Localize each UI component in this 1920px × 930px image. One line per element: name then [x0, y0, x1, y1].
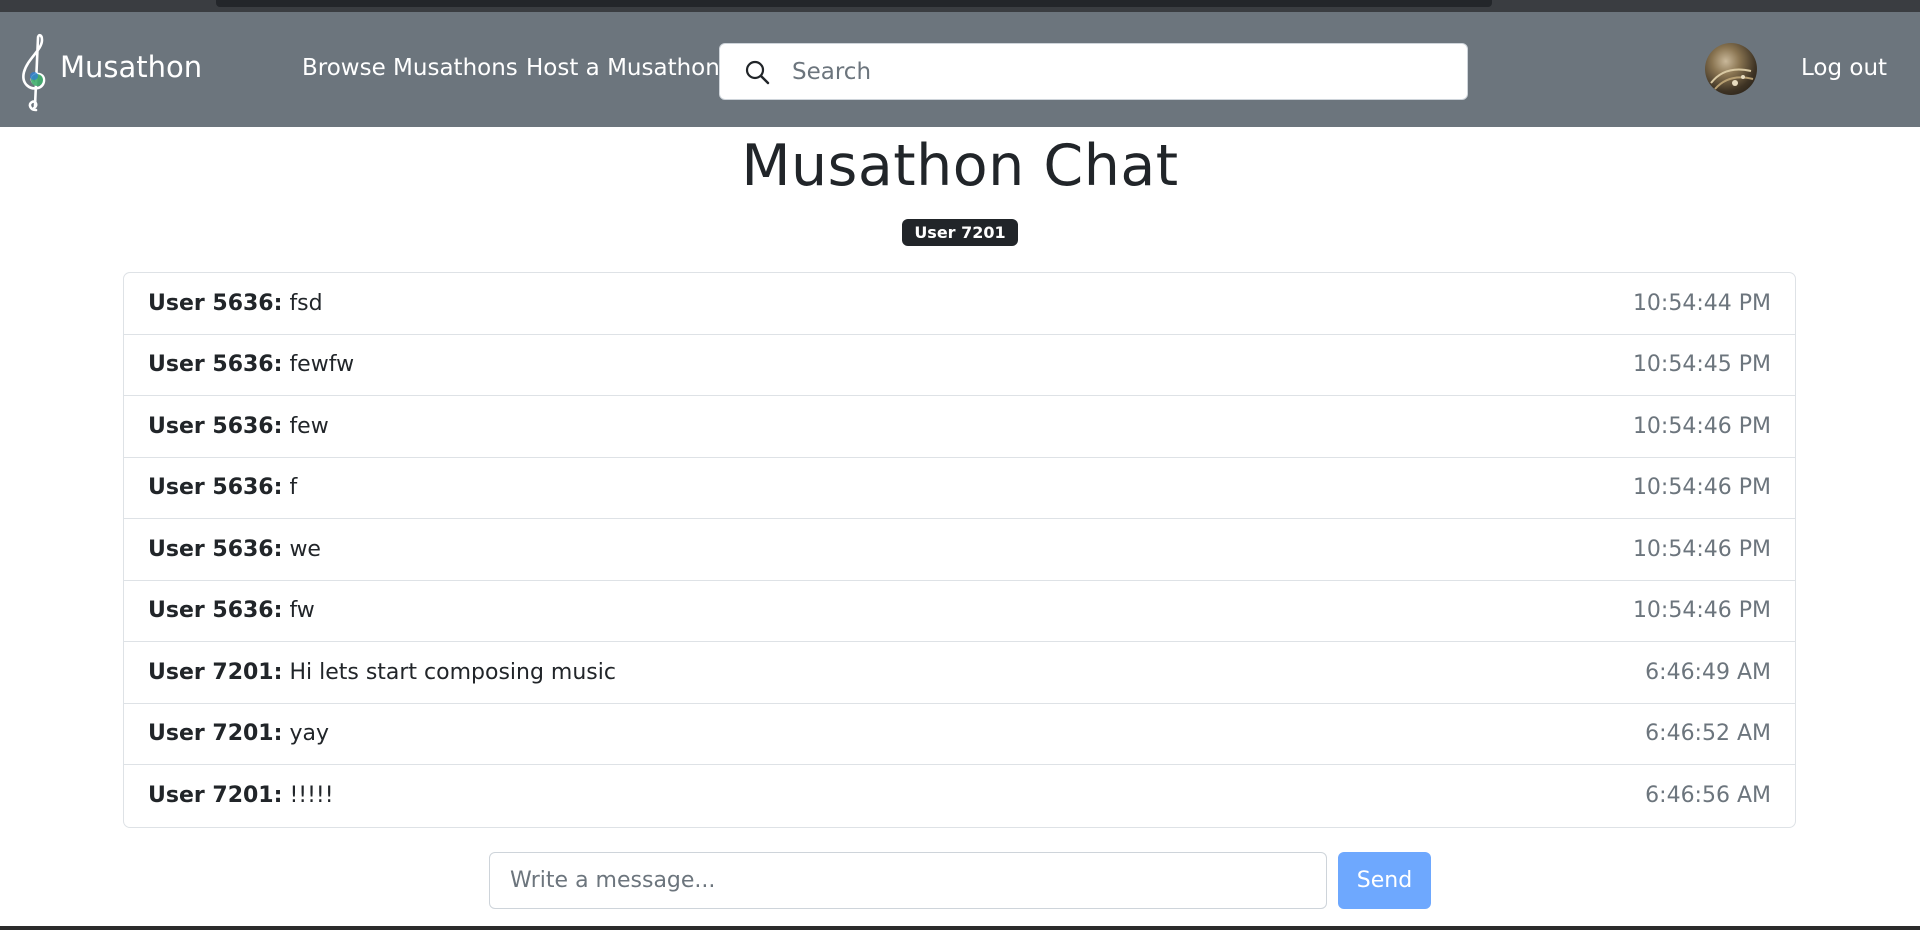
chat-message: User 5636: we 10:54:46 PM	[124, 519, 1795, 581]
message-author: User 7201	[148, 659, 274, 685]
message-time: 10:54:46 PM	[1632, 475, 1771, 501]
message-time: 10:54:46 PM	[1632, 413, 1771, 439]
nav-browse-musathons[interactable]: Browse Musathons	[302, 55, 518, 81]
message-composer[interactable]	[489, 852, 1327, 909]
chat-message: User 5636: f 10:54:46 PM	[124, 458, 1795, 519]
treble-clef-logo-icon	[22, 33, 46, 112]
chat-message: User 5636: fsd 10:54:44 PM	[124, 273, 1795, 335]
chat-message: User 7201: Hi lets start composing music…	[124, 642, 1795, 704]
message-author: User 5636	[148, 536, 274, 562]
message-separator: :	[273, 598, 283, 624]
chat-message: User 5636: fw 10:54:46 PM	[124, 581, 1795, 642]
message-separator: :	[273, 413, 283, 439]
message-time: 6:46:52 AM	[1645, 721, 1771, 747]
message-text: fsd	[289, 290, 323, 316]
message-separator: :	[273, 783, 283, 809]
nav-host-musathon[interactable]: Host a Musathon	[526, 55, 720, 81]
message-text: Hi lets start composing music	[289, 659, 616, 685]
chat-message: User 5636: few 10:54:46 PM	[124, 396, 1795, 458]
navbar: Musathon Browse Musathons Host a Musatho…	[0, 12, 1920, 127]
message-separator: :	[273, 659, 283, 685]
message-text: few	[289, 413, 329, 439]
message-text: !!!!!	[289, 783, 334, 809]
message-text: yay	[289, 721, 329, 747]
message-time: 10:54:45 PM	[1632, 352, 1771, 378]
browser-top-strip	[0, 0, 1920, 12]
message-author: User 5636	[148, 413, 274, 439]
chat-message: User 5636: fewfw 10:54:45 PM	[124, 335, 1795, 396]
logout-link[interactable]: Log out	[1801, 55, 1887, 81]
message-text: f	[289, 475, 298, 501]
browser-bottom-strip	[0, 926, 1920, 930]
message-separator: :	[273, 721, 283, 747]
message-separator: :	[273, 290, 283, 316]
current-user-badge: User 7201	[902, 219, 1018, 246]
message-separator: :	[273, 475, 283, 501]
search-box[interactable]	[719, 43, 1468, 100]
chat-message: User 7201: yay 6:46:52 AM	[124, 704, 1795, 765]
current-user-badge-wrap: User 7201	[0, 219, 1920, 246]
message-input[interactable]	[490, 853, 1326, 908]
message-author: User 5636	[148, 598, 274, 624]
chat-message-list[interactable]: User 5636: fsd 10:54:44 PM User 5636: fe…	[123, 272, 1796, 828]
message-text: fewfw	[289, 352, 355, 378]
message-time: 6:46:56 AM	[1645, 783, 1771, 809]
search-icon	[745, 60, 770, 85]
message-separator: :	[273, 352, 283, 378]
page-title: Musathon Chat	[741, 133, 1179, 199]
message-author: User 5636	[148, 290, 274, 316]
message-separator: :	[273, 536, 283, 562]
message-author: User 5636	[148, 475, 274, 501]
brand-link[interactable]: Musathon	[16, 32, 202, 112]
avatar-image	[1710, 68, 1754, 90]
chat-message: User 7201: !!!!! 6:46:56 AM	[124, 765, 1795, 827]
message-text: fw	[289, 598, 315, 624]
message-time: 10:54:46 PM	[1632, 598, 1771, 624]
browser-url-bar	[216, 0, 1492, 7]
send-button[interactable]: Send	[1338, 852, 1431, 909]
search-input[interactable]	[792, 44, 1452, 99]
message-author: User 5636	[148, 352, 274, 378]
message-author: User 7201	[148, 783, 274, 809]
message-time: 10:54:44 PM	[1632, 290, 1771, 316]
user-avatar[interactable]	[1705, 43, 1757, 95]
brand-name: Musathon	[60, 50, 203, 84]
message-time: 6:46:49 AM	[1645, 659, 1771, 685]
message-time: 10:54:46 PM	[1632, 536, 1771, 562]
message-text: we	[289, 536, 321, 562]
message-author: User 7201	[148, 721, 274, 747]
